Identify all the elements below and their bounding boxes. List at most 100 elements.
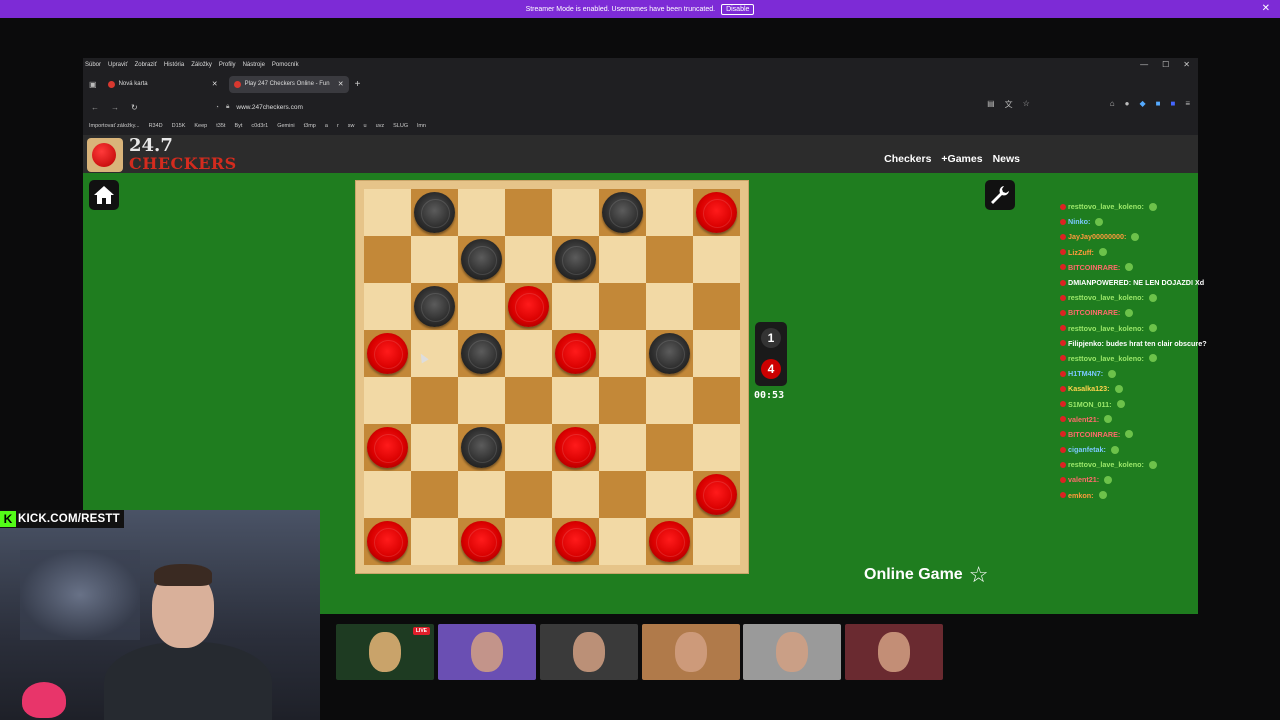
black-checker-piece[interactable] [555, 239, 596, 280]
board-square[interactable] [599, 518, 646, 565]
stream-thumbnail[interactable] [743, 624, 841, 680]
board-square[interactable] [458, 377, 505, 424]
board-square[interactable] [552, 377, 599, 424]
board-square[interactable] [646, 330, 693, 377]
bookmark-item[interactable]: Gemini [277, 123, 294, 129]
menu-history[interactable]: História [164, 62, 184, 68]
board-square[interactable] [599, 330, 646, 377]
reader-view-icon[interactable]: ▤ [987, 99, 995, 110]
bookmark-item[interactable]: Keep [194, 123, 207, 129]
board-square[interactable] [364, 471, 411, 518]
board-square[interactable] [552, 518, 599, 565]
tab-close-icon[interactable]: ✕ [212, 80, 218, 88]
bookmark-item[interactable]: Importovať záložky... [89, 123, 140, 129]
extension-icon[interactable]: ■ [1170, 99, 1175, 110]
board-square[interactable] [364, 377, 411, 424]
black-checker-piece[interactable] [649, 333, 690, 374]
menu-view[interactable]: Zobraziť [135, 62, 157, 68]
bookmark-item[interactable]: D15K [172, 123, 186, 129]
stream-thumbnail[interactable]: LIVE [336, 624, 434, 680]
board-square[interactable] [505, 283, 552, 330]
bookmark-item[interactable]: c0d3r1 [251, 123, 268, 129]
board-square[interactable] [411, 236, 458, 283]
red-checker-piece[interactable] [367, 427, 408, 468]
board-square[interactable] [458, 236, 505, 283]
tab-checkers[interactable]: Play 247 Checkers Online - Fun ✕ [228, 75, 349, 93]
board-square[interactable] [411, 283, 458, 330]
board-square[interactable] [552, 424, 599, 471]
bookmark-item[interactable]: uvz [376, 123, 385, 129]
menu-file[interactable]: Súbor [85, 62, 101, 68]
board-square[interactable] [646, 377, 693, 424]
settings-button[interactable] [985, 180, 1015, 210]
board-square[interactable] [458, 518, 505, 565]
board-square[interactable] [505, 471, 552, 518]
black-checker-piece[interactable] [461, 427, 502, 468]
extension-icon[interactable]: ■ [1156, 99, 1161, 110]
board-square[interactable] [599, 283, 646, 330]
red-checker-piece[interactable] [508, 286, 549, 327]
board-square[interactable] [693, 471, 740, 518]
red-checker-piece[interactable] [696, 474, 737, 515]
red-checker-piece[interactable] [555, 521, 596, 562]
stream-thumbnail[interactable] [642, 624, 740, 680]
board-square[interactable] [411, 330, 458, 377]
menu-tools[interactable]: Nástroje [243, 62, 265, 68]
board-square[interactable] [693, 283, 740, 330]
board-square[interactable] [693, 424, 740, 471]
extension-icon[interactable]: ● [1125, 99, 1130, 110]
tab-list-icon[interactable]: ▣ [89, 80, 97, 89]
board-square[interactable] [693, 189, 740, 236]
bookmark-item[interactable]: r [337, 123, 339, 129]
board-square[interactable] [505, 377, 552, 424]
logo-icon[interactable] [87, 138, 123, 172]
tab-close-icon[interactable]: ✕ [338, 80, 344, 88]
star-icon[interactable]: ☆ [1023, 99, 1030, 110]
board-square[interactable] [364, 424, 411, 471]
board-square[interactable] [411, 424, 458, 471]
board-square[interactable] [458, 424, 505, 471]
board-square[interactable] [646, 189, 693, 236]
close-window-icon[interactable]: ✕ [1183, 60, 1190, 69]
board-square[interactable] [364, 236, 411, 283]
board-square[interactable] [458, 283, 505, 330]
board-square[interactable] [646, 518, 693, 565]
favorite-star-icon[interactable]: ☆ [969, 562, 989, 588]
menu-icon[interactable]: ≡ [1185, 99, 1190, 110]
stream-thumbnail[interactable] [845, 624, 943, 680]
black-checker-piece[interactable] [602, 192, 643, 233]
board-square[interactable] [693, 330, 740, 377]
bookmark-item[interactable]: sw [348, 123, 355, 129]
black-checker-piece[interactable] [414, 286, 455, 327]
board-square[interactable] [646, 424, 693, 471]
board-square[interactable] [552, 330, 599, 377]
board-square[interactable] [646, 236, 693, 283]
board-square[interactable] [552, 189, 599, 236]
bookmark-item[interactable]: Byt [234, 123, 242, 129]
bookmark-item[interactable]: u [364, 123, 367, 129]
minimize-icon[interactable]: — [1140, 60, 1148, 69]
reload-icon[interactable]: ↻ [131, 103, 138, 112]
red-checker-piece[interactable] [696, 192, 737, 233]
menu-help[interactable]: Pomocník [272, 62, 299, 68]
board-square[interactable] [505, 236, 552, 283]
board-square[interactable] [411, 377, 458, 424]
board-square[interactable] [552, 236, 599, 283]
red-checker-piece[interactable] [367, 333, 408, 374]
board-square[interactable] [458, 330, 505, 377]
board-square[interactable] [552, 283, 599, 330]
tab-new[interactable]: Nová karta ✕ [103, 76, 223, 93]
extension-icon[interactable]: ◆ [1139, 99, 1145, 110]
board-square[interactable] [646, 283, 693, 330]
banner-close-icon[interactable]: ✕ [1262, 3, 1270, 14]
red-checker-piece[interactable] [555, 427, 596, 468]
maximize-icon[interactable]: ☐ [1162, 60, 1169, 69]
translate-icon[interactable]: 文 [1005, 99, 1013, 110]
nav-checkers[interactable]: Checkers [884, 153, 931, 165]
board-square[interactable] [693, 377, 740, 424]
red-checker-piece[interactable] [367, 521, 408, 562]
black-checker-piece[interactable] [461, 333, 502, 374]
new-tab-icon[interactable]: + [355, 79, 361, 90]
board-square[interactable] [505, 189, 552, 236]
board-square[interactable] [599, 424, 646, 471]
